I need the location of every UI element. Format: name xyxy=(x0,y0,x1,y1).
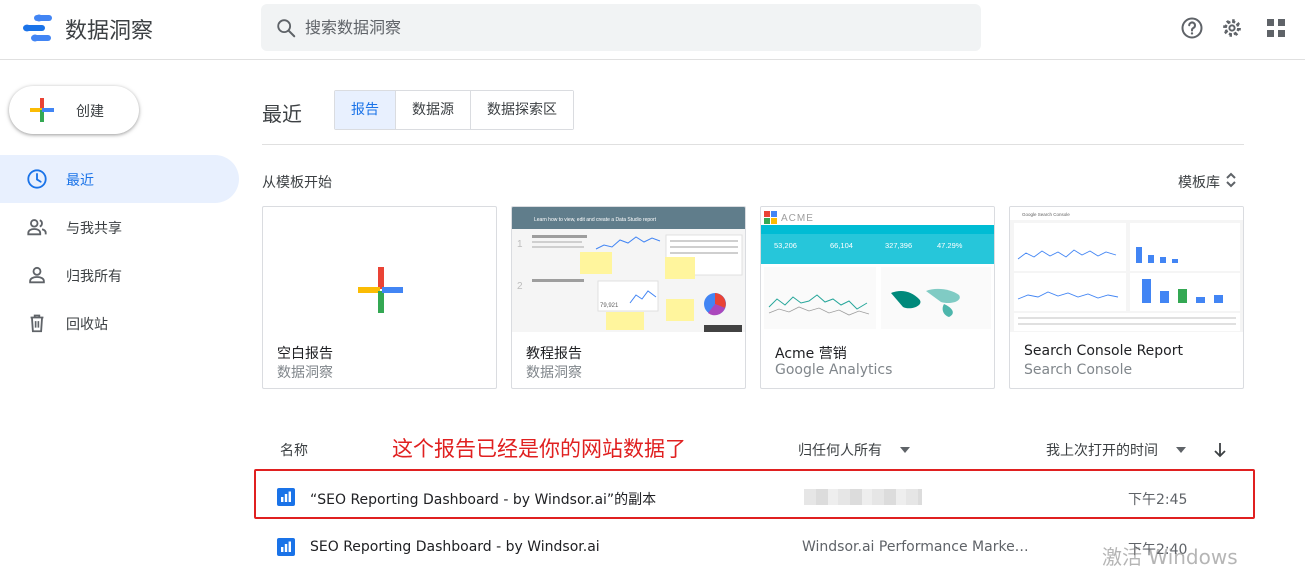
plus-icon xyxy=(30,98,54,122)
settings-icon[interactable] xyxy=(1220,16,1244,40)
acme-brand: ACME xyxy=(781,213,814,224)
owner-name: Windsor.ai Performance Marke… xyxy=(802,539,1029,555)
owner-redacted xyxy=(804,489,922,505)
page-title: 最近 xyxy=(262,102,302,126)
tab-reports[interactable]: 报告 xyxy=(335,91,396,129)
plus-icon xyxy=(358,267,403,313)
sidebar-item-owned[interactable]: 归我所有 xyxy=(0,251,239,299)
sidebar-item-label: 归我所有 xyxy=(66,269,122,285)
top-bar: 数据洞察 xyxy=(0,0,1305,60)
app-title: 数据洞察 xyxy=(65,19,154,44)
tutorial-banner-text: Learn how to view, edit and create a Dat… xyxy=(534,217,657,223)
sidebar-item-recent[interactable]: 最近 xyxy=(0,155,239,203)
svg-text:79,921: 79,921 xyxy=(600,303,619,309)
sidebar-item-shared[interactable]: 与我共享 xyxy=(0,203,239,251)
svg-text:53,206: 53,206 xyxy=(774,241,797,250)
card-subtitle: Search Console xyxy=(1024,362,1133,378)
trash-icon xyxy=(30,314,44,333)
report-name[interactable]: “SEO Reporting Dashboard - by Windsor.ai… xyxy=(310,489,656,509)
svg-text:47.29%: 47.29% xyxy=(937,241,963,250)
card-thumbnail: Learn how to view, edit and create a Dat… xyxy=(512,207,745,332)
apps-grid-icon[interactable] xyxy=(1264,16,1288,40)
search-bar[interactable] xyxy=(261,4,981,51)
report-icon xyxy=(277,538,295,556)
tab-explorer[interactable]: 数据探索区 xyxy=(471,91,573,129)
data-studio-logo-icon[interactable] xyxy=(22,14,54,42)
column-header-name[interactable]: 名称 xyxy=(280,440,308,460)
templates-heading: 从模板开始 xyxy=(262,175,332,191)
tab-data-sources[interactable]: 数据源 xyxy=(396,91,471,129)
create-button[interactable]: 创建 xyxy=(9,86,139,134)
sc-brand: Google Search Console xyxy=(1022,212,1070,217)
card-title: Search Console Report xyxy=(1024,343,1183,359)
card-title: 空白报告 xyxy=(277,346,333,362)
clock-icon xyxy=(27,169,47,189)
sort-arrow-down-icon[interactable] xyxy=(1213,442,1227,458)
card-subtitle: Google Analytics xyxy=(775,362,893,378)
column-header-last-opened[interactable]: 我上次打开的时间 xyxy=(1046,440,1158,460)
create-label: 创建 xyxy=(76,104,104,120)
tab-bar: 报告 数据源 数据探索区 xyxy=(334,90,574,130)
sidebar-item-trash[interactable]: 回收站 xyxy=(0,299,239,347)
svg-text:66,104: 66,104 xyxy=(830,241,853,250)
card-title: Acme 营销 xyxy=(775,346,847,362)
search-input[interactable] xyxy=(305,4,965,51)
card-subtitle: 数据洞察 xyxy=(277,365,333,381)
column-header-owner[interactable]: 归任何人所有 xyxy=(798,440,882,460)
template-card-search-console[interactable]: Google Search Console Search Console Rep… xyxy=(1009,206,1244,389)
svg-text:327,396: 327,396 xyxy=(885,241,912,250)
unfold-icon[interactable] xyxy=(1224,170,1238,190)
card-subtitle: 数据洞察 xyxy=(526,365,582,381)
last-opened-time: 下午2:45 xyxy=(1128,492,1188,508)
sidebar-item-label: 与我共享 xyxy=(66,221,122,237)
template-card-blank[interactable]: 空白报告 数据洞察 xyxy=(262,206,497,389)
search-icon xyxy=(277,19,296,38)
dropdown-caret-icon[interactable] xyxy=(1176,447,1186,453)
svg-text:2: 2 xyxy=(517,281,523,292)
card-thumbnail: ACME 53,206 66,104 327,396 47.29% xyxy=(761,207,994,332)
card-thumbnail: Google Search Console xyxy=(1010,207,1243,332)
card-thumbnail xyxy=(263,207,496,332)
annotation-note: 这个报告已经是你的网站数据了 xyxy=(392,437,686,461)
svg-text:1: 1 xyxy=(517,239,523,250)
template-card-tutorial[interactable]: Learn how to view, edit and create a Dat… xyxy=(511,206,746,389)
dropdown-caret-icon[interactable] xyxy=(900,447,910,453)
people-icon xyxy=(27,219,47,236)
template-gallery-link[interactable]: 模板库 xyxy=(1178,172,1220,192)
report-name[interactable]: SEO Reporting Dashboard - by Windsor.ai xyxy=(310,539,600,555)
section-divider xyxy=(262,144,1244,145)
template-card-acme[interactable]: ACME 53,206 66,104 327,396 47.29% Acme 营… xyxy=(760,206,995,389)
sidebar-item-label: 回收站 xyxy=(66,317,108,333)
sidebar-item-label: 最近 xyxy=(66,173,94,189)
person-icon xyxy=(29,266,45,284)
help-icon[interactable] xyxy=(1180,16,1204,40)
report-icon xyxy=(277,488,295,506)
card-title: 教程报告 xyxy=(526,346,582,362)
windows-activation-watermark: 激活 Windows xyxy=(1102,545,1238,569)
